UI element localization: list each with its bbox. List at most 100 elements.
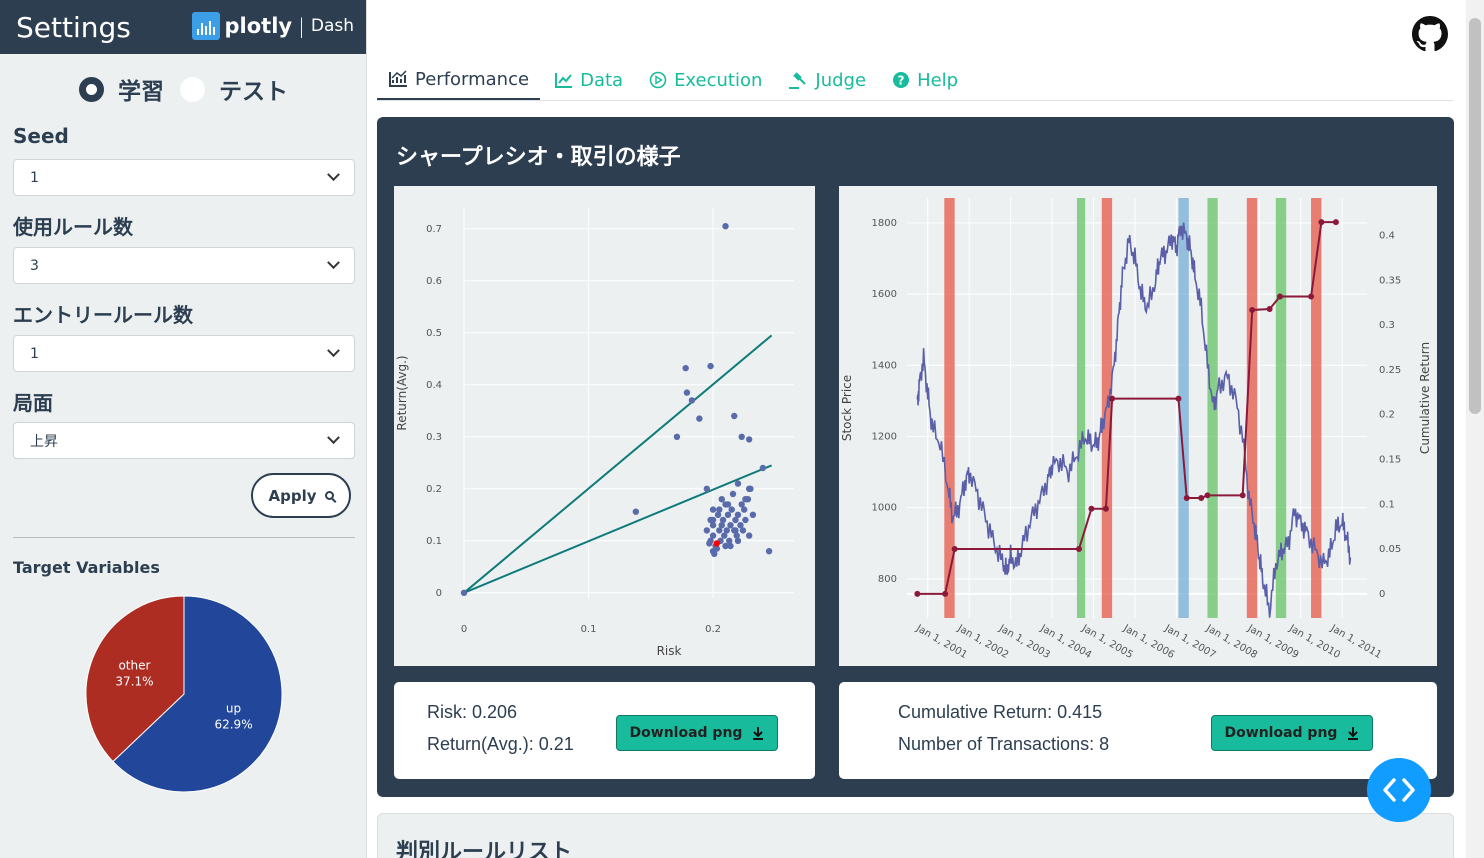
scatter-point (724, 501, 732, 508)
tab-judge[interactable]: Judge (777, 60, 877, 100)
scatter-point (731, 412, 738, 420)
y-tick-label: 1200 (872, 431, 897, 442)
scatter-point (727, 522, 734, 529)
cumulative-return-point (1088, 505, 1095, 512)
svg-text:?: ? (898, 74, 905, 88)
tab-judge-label: Judge (815, 69, 867, 91)
y2-tick-label: 0.4 (1379, 231, 1395, 242)
sharpe-scatter-plot[interactable]: 0 0.1 0.2 0 0.1 0.2 0.3 0.4 0.5 0.6 0.7 Risk Return(… (394, 186, 815, 666)
download-icon (753, 727, 764, 740)
scatter-point (683, 389, 691, 396)
y-tick-label: 1600 (872, 289, 897, 300)
cumulative-return-point (1183, 495, 1190, 501)
scatter-point (709, 506, 717, 513)
seed-select[interactable]: 1 (13, 159, 355, 196)
scatter-point (732, 527, 739, 534)
cumulative-return-point (1204, 492, 1211, 499)
download-png-label: Download png (1224, 725, 1338, 741)
signal-band (1076, 198, 1086, 618)
scatter-point (723, 527, 730, 534)
cumulative-return-point (1175, 395, 1182, 402)
scatter-point (739, 527, 747, 534)
download-png-button-left[interactable]: Download png (616, 715, 778, 751)
seed-label: Seed (13, 124, 69, 148)
entry-rule-count-select[interactable]: 1 (13, 335, 355, 372)
scatter-point (729, 490, 737, 498)
radio-train[interactable]: 学習 (79, 72, 164, 106)
y-tick-label: 0 (436, 588, 442, 599)
play-circle-icon (649, 71, 667, 89)
transactions-text: Number of Transactions: 8 (898, 734, 1110, 754)
seed-select-value: 1 (30, 169, 39, 186)
scatter-point (765, 548, 773, 555)
target-variables-pie-chart[interactable]: up 62.9% other 37.1% (70, 585, 300, 805)
phase-label: 局面 (13, 391, 53, 415)
tab-help-label: Help (917, 69, 959, 91)
scatter-point (745, 436, 753, 443)
tab-performance[interactable]: Performance (377, 60, 541, 100)
plotly-logo-icon (191, 12, 220, 40)
scatter-point (703, 485, 711, 492)
rule-list-card: 判別ルールリスト (377, 813, 1454, 858)
chart-line-icon (389, 70, 407, 87)
entry-rule-count-select-value: 1 (30, 345, 39, 362)
phase-select-value: 上昇 (30, 433, 58, 450)
performance-card: シャープレシオ・取引の様子 0 0.1 0.2 0 0.1 0.2 0.3 0.4 0.5 0.6… (377, 117, 1454, 797)
scatter-point (632, 508, 640, 515)
pie-label-percent: 37.1% (115, 675, 153, 689)
download-png-button-right[interactable]: Download png (1211, 715, 1373, 751)
sidebar-header: Settings plotly | Dash (0, 0, 366, 54)
radio-test[interactable]: テスト (180, 72, 288, 106)
cumulative-return-point (1102, 505, 1109, 512)
area-chart-icon (555, 73, 573, 88)
github-icon[interactable] (1412, 16, 1448, 52)
rule-count-label: 使用ルール数 (13, 215, 133, 239)
y-tick-label: 0.1 (426, 536, 442, 547)
plotly-dash-logo: plotly | Dash (191, 12, 354, 40)
return-info-box: Cumulative Return: 0.415 Number of Trans… (839, 682, 1437, 779)
tab-bar: Performance Data Execution Judge ? Help (377, 60, 1453, 101)
chevron-down-icon (327, 431, 340, 445)
y2-tick-label: 0.15 (1379, 454, 1401, 465)
dev-tools-button[interactable] (1367, 758, 1431, 822)
transaction-plot[interactable]: Jan 1, 2001Jan 1, 2002Jan 1, 2003Jan 1, … (839, 186, 1437, 666)
tab-execution[interactable]: Execution (638, 60, 773, 100)
y-tick-label: 0.2 (426, 484, 442, 495)
scatter-point (682, 364, 689, 372)
tab-data[interactable]: Data (544, 60, 634, 100)
page-scrollbar[interactable] (1466, 0, 1484, 858)
cumulative-return-point (1332, 219, 1339, 226)
card-title: シャープレシオ・取引の様子 (396, 145, 681, 170)
y2-tick-label: 0.25 (1379, 365, 1401, 376)
scatter-point (742, 496, 749, 503)
rule-count-select[interactable]: 3 (13, 247, 355, 284)
scatter-point (709, 516, 717, 524)
radio-unchecked-icon[interactable] (180, 76, 205, 102)
apply-button[interactable]: Apply (251, 473, 351, 518)
y2-tick-label: 0.3 (1379, 320, 1395, 331)
scatter-point (688, 397, 696, 404)
y-tick-label: 800 (878, 574, 897, 585)
scatter-point (745, 532, 753, 539)
radio-checked-icon[interactable] (79, 76, 104, 102)
target-variables-label: Target Variables (13, 558, 160, 577)
mode-radio-group: 学習 テスト (0, 72, 367, 106)
tab-help[interactable]: ? Help (881, 60, 969, 100)
radio-test-label: テスト (219, 79, 288, 105)
cumulative-return-point (1109, 395, 1116, 402)
y-tick-label: 1000 (872, 503, 897, 514)
pie-label-name: other (118, 659, 150, 673)
download-png-label: Download png (629, 725, 743, 741)
rule-count-select-value: 3 (30, 257, 39, 274)
chevron-down-icon (327, 344, 340, 358)
cumulative-return-point (942, 590, 949, 597)
scatter-point (460, 589, 468, 596)
scrollbar-thumb[interactable] (1469, 18, 1481, 414)
phase-select[interactable]: 上昇 (13, 422, 355, 459)
scatter-point (734, 537, 742, 544)
gavel-icon (789, 72, 807, 89)
y2-tick-label: 0.1 (1379, 499, 1395, 510)
x-tick-label: 0 (461, 624, 467, 635)
scatter-point (722, 223, 729, 230)
cumulative-return-point (1308, 293, 1315, 300)
